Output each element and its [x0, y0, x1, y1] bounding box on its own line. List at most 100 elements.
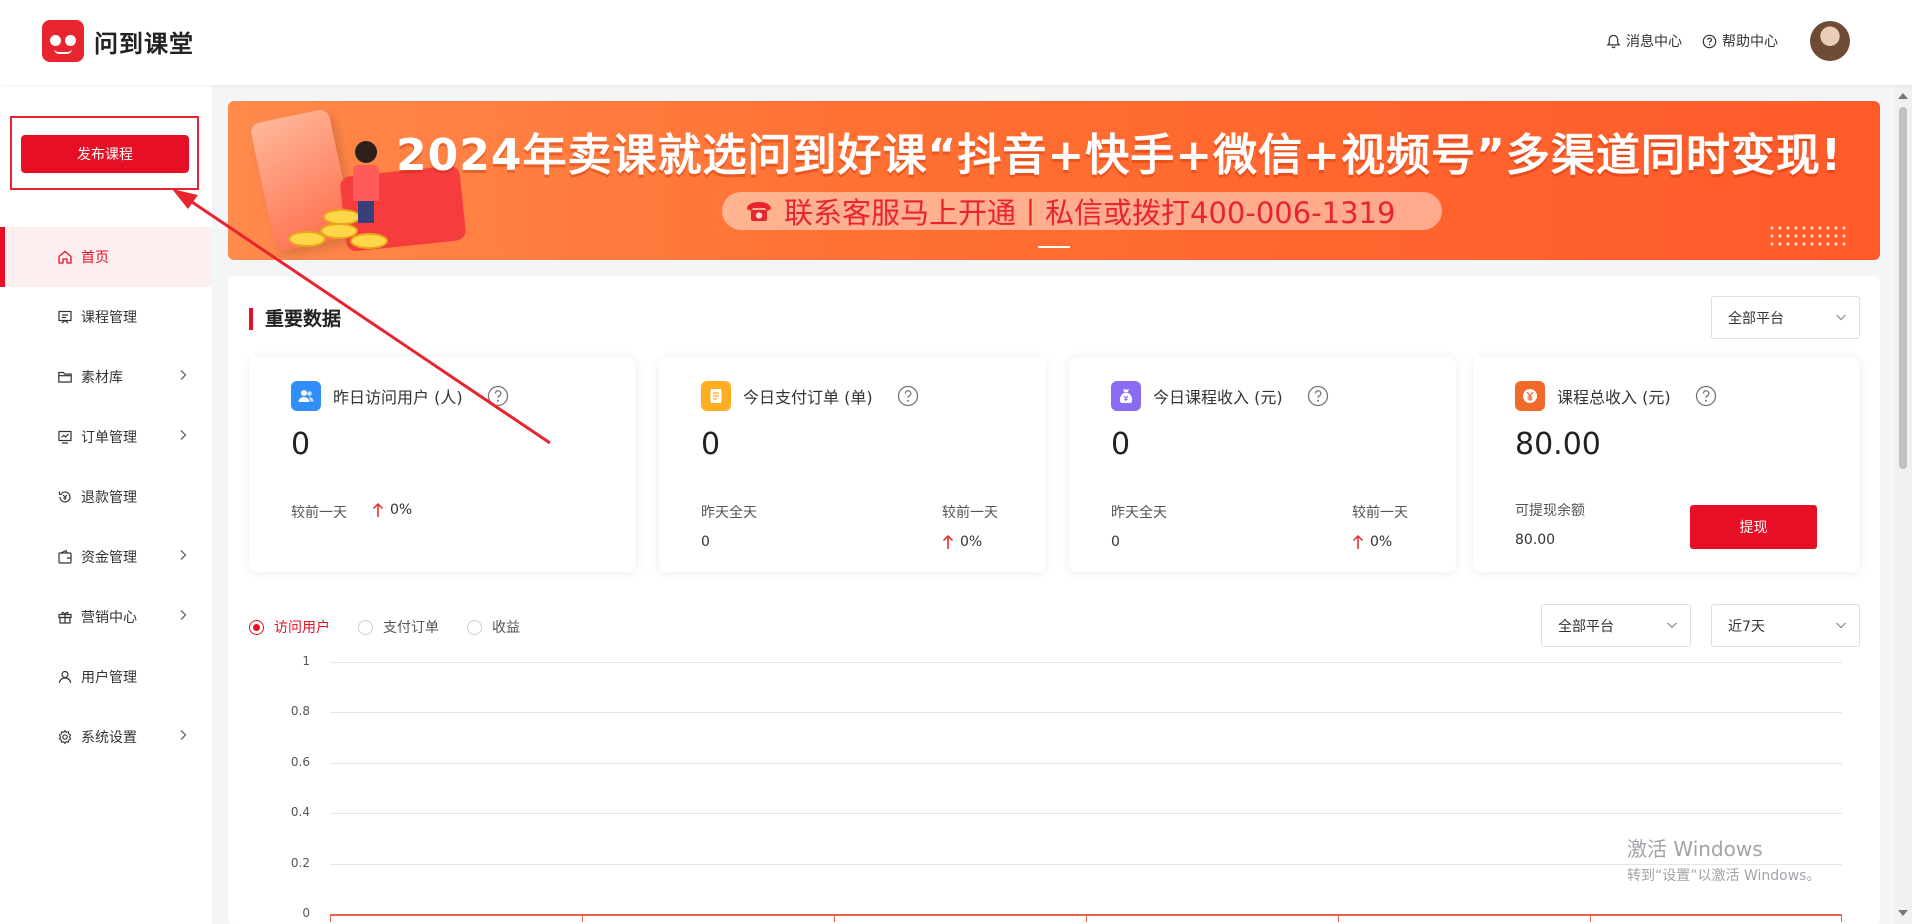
card-label: 今日课程收入 (元) — [1153, 388, 1283, 407]
publish-course-button[interactable]: 发布课程 — [21, 135, 189, 173]
grid-line — [330, 863, 1842, 865]
sidebar-item-materials[interactable]: 素材库 — [0, 347, 212, 407]
decorative-dots — [1768, 224, 1850, 250]
x-tick — [1590, 916, 1591, 922]
sidebar-item-marketing[interactable]: 营销中心 — [0, 587, 212, 647]
question-circle-icon — [1702, 34, 1717, 48]
watermark-line1: 激活 Windows — [1627, 837, 1763, 861]
app-name: 问到课堂 — [94, 29, 194, 58]
publish-highlight-box: 发布课程 — [10, 116, 199, 190]
change-value: 0% — [390, 502, 413, 518]
arrow-up-icon — [942, 534, 954, 549]
grid-line — [330, 662, 1842, 663]
wallet-icon — [57, 549, 73, 565]
trend-platform-select[interactable]: 全部平台 — [1541, 604, 1691, 647]
select-value: 近7天 — [1728, 618, 1765, 635]
user-avatar[interactable] — [1810, 21, 1850, 61]
change-value: 0% — [960, 534, 983, 550]
sidebar-item-label: 课程管理 — [81, 310, 137, 326]
banner-title: 2024年卖课就选问到好课“抖音+快手+微信+视频号”多渠道同时变现! — [396, 130, 1842, 181]
y-tick-label: 0.6 — [290, 754, 310, 769]
bell-icon — [1606, 34, 1621, 48]
stat-card-visitors: 昨日访问用户 (人) 0 较前一天 0% — [249, 357, 636, 572]
app-logo[interactable]: 问到课堂 — [42, 20, 194, 62]
coin-illustration — [350, 233, 388, 249]
y-tick-label: 0.2 — [290, 855, 310, 870]
promo-banner[interactable]: 2024年卖课就选问到好课“抖音+快手+微信+视频号”多渠道同时变现! 联系客服… — [228, 101, 1880, 260]
section-title: 重要数据 — [249, 308, 341, 330]
card-label: 昨日访问用户 (人) — [333, 388, 463, 407]
sidebar-item-label: 首页 — [81, 250, 109, 266]
sidebar-item-refunds[interactable]: 退款管理 — [0, 467, 212, 527]
octopus-logo-icon — [42, 20, 84, 62]
grid-line — [330, 813, 1842, 815]
y-tick-label: 0 — [302, 906, 310, 920]
question-circle-icon[interactable] — [487, 385, 509, 407]
x-tick — [330, 916, 331, 922]
radio-dot-icon — [249, 619, 264, 635]
radio-label: 收益 — [492, 620, 520, 636]
radio-income[interactable]: 收益 — [467, 617, 520, 637]
compare-label: 较前一天 — [942, 505, 998, 521]
radio-visitors[interactable]: 访问用户 — [249, 617, 330, 637]
chevron-down-icon — [1836, 622, 1846, 629]
sidebar-item-label: 系统设置 — [81, 730, 137, 746]
sidebar-item-funds[interactable]: 资金管理 — [0, 527, 212, 587]
compare-label: 较前一天 — [291, 505, 347, 521]
help-center-link[interactable]: 帮助中心 — [1702, 31, 1778, 51]
users-icon — [291, 381, 321, 411]
radio-orders[interactable]: 支付订单 — [358, 617, 439, 637]
question-circle-icon[interactable] — [1695, 385, 1717, 407]
telephone-icon — [747, 202, 771, 221]
yen-icon — [1515, 381, 1545, 411]
radio-label: 访问用户 — [274, 620, 330, 636]
chevron-right-icon — [180, 550, 187, 560]
card-label: 课程总收入 (元) — [1557, 388, 1671, 407]
banner-contact-pill: 联系客服马上开通丨私信或拨打400-006-1319 — [722, 192, 1442, 230]
change-indicator: 0% — [372, 502, 412, 518]
sidebar-item-label: 资金管理 — [81, 550, 137, 566]
radio-label: 支付订单 — [383, 620, 439, 636]
arrow-up-icon — [372, 502, 384, 517]
person-illustration — [353, 141, 379, 223]
scrollbar-thumb[interactable] — [1899, 107, 1907, 469]
gear-icon — [57, 729, 73, 745]
sidebar-item-orders[interactable]: 订单管理 — [0, 407, 212, 467]
sidebar-item-courses[interactable]: 课程管理 — [0, 287, 212, 347]
sidebar-item-settings[interactable]: 系统设置 — [0, 707, 212, 767]
x-tick — [1338, 916, 1339, 922]
sidebar-item-label: 订单管理 — [81, 430, 137, 446]
yesterday-label: 昨天全天 — [701, 505, 757, 521]
scroll-down-icon[interactable] — [1898, 910, 1908, 916]
stats-platform-select[interactable]: 全部平台 — [1711, 296, 1860, 339]
trend-range-select[interactable]: 近7天 — [1711, 604, 1860, 647]
carousel-indicator[interactable] — [1038, 246, 1070, 248]
course-icon — [57, 309, 73, 325]
card-value: 80.00 — [1515, 427, 1601, 462]
sidebar-item-label: 素材库 — [81, 370, 123, 386]
yesterday-value: 0 — [1111, 534, 1120, 550]
scroll-up-icon[interactable] — [1898, 93, 1908, 99]
x-tick — [1086, 916, 1087, 922]
yesterday-value: 0 — [701, 534, 710, 550]
question-circle-icon[interactable] — [1307, 385, 1329, 407]
chevron-right-icon — [180, 370, 187, 380]
stat-card-income: 今日课程收入 (元) 0 昨天全天 0 较前一天 0% — [1069, 357, 1456, 572]
sidebar: 发布课程 首页 课程管理 素材库 订单管理 退款管理 资金管理 营销中心 用户管… — [0, 85, 212, 924]
order-icon — [57, 429, 73, 445]
gift-icon — [57, 609, 73, 625]
message-center-link[interactable]: 消息中心 — [1606, 31, 1682, 51]
sidebar-item-users[interactable]: 用户管理 — [0, 647, 212, 707]
help-center-label: 帮助中心 — [1722, 34, 1778, 50]
withdraw-button[interactable]: 提现 — [1690, 505, 1817, 549]
change-indicator: 0% — [942, 534, 982, 550]
arrow-up-icon — [1352, 534, 1364, 549]
sidebar-item-home[interactable]: 首页 — [0, 227, 212, 287]
y-tick-label: 1 — [302, 654, 310, 668]
question-circle-icon[interactable] — [897, 385, 919, 407]
y-tick-label: 0.4 — [290, 805, 310, 820]
radio-dot-icon — [467, 619, 482, 635]
refund-icon — [57, 489, 73, 505]
grid-line — [330, 762, 1842, 764]
page-scrollbar[interactable] — [1894, 85, 1912, 924]
